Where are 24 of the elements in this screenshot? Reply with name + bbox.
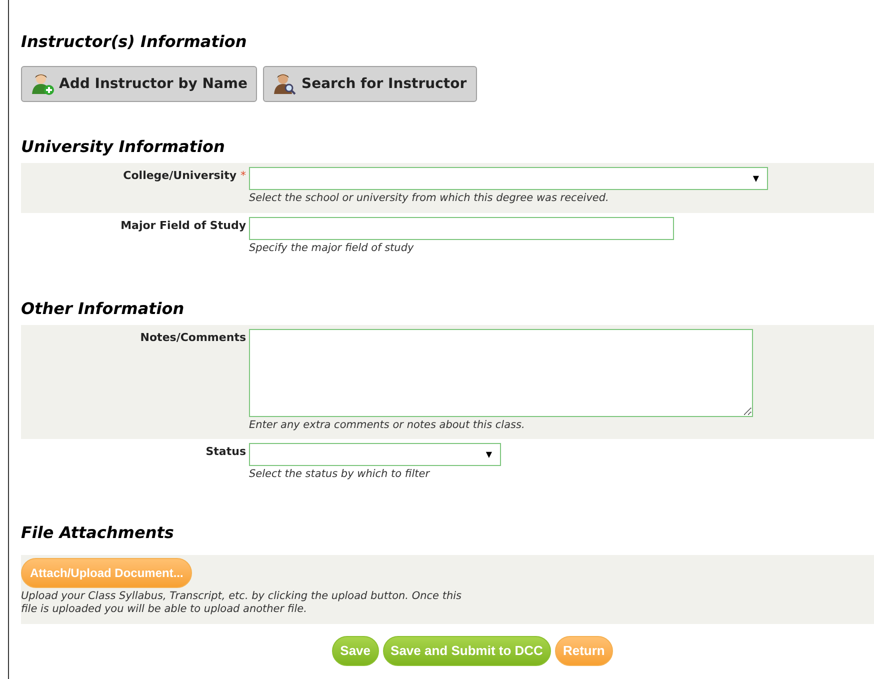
section-heading: Other Information [21,298,186,320]
required-marker: * [240,168,246,184]
instructor-button[interactable]: Search for Instructor [263,66,477,102]
textarea-field[interactable] [249,328,753,416]
input-field[interactable] [249,216,674,240]
person-search-icon [273,72,298,96]
dropdown-arrow-icon: ▼ [752,174,759,182]
section-heading: University Information [21,136,226,158]
section-heading: Instructor(s) Information [21,31,248,53]
upload-note: Upload your Class Syllabus, Transcript, etc. by clicking the upload button. Once this file is uploaded you will be able to upload another file. [21,590,462,616]
field-hint: Select the school or university from which this degree was received. [249,191,610,206]
dropdown-arrow-icon: ▼ [486,450,492,459]
field-hint: Specify the major field of study [249,240,415,256]
field-label: Notes/Comments [140,330,246,346]
field-label: Status [206,444,246,460]
dropdown-field[interactable]: ▼ [249,167,768,190]
field-label: College/University [123,168,236,184]
field-hint: Select the status by which to filter [249,467,431,482]
field-hint: Enter any extra comments or notes about this class. [249,418,526,432]
person-add-icon [31,72,55,96]
instructor-button[interactable]: Add Instructor by Name [21,66,258,102]
dropdown-field[interactable]: ▼ [249,443,501,466]
field-label: Major Field of Study [120,218,246,234]
section-heading: File Attachments [21,522,175,544]
